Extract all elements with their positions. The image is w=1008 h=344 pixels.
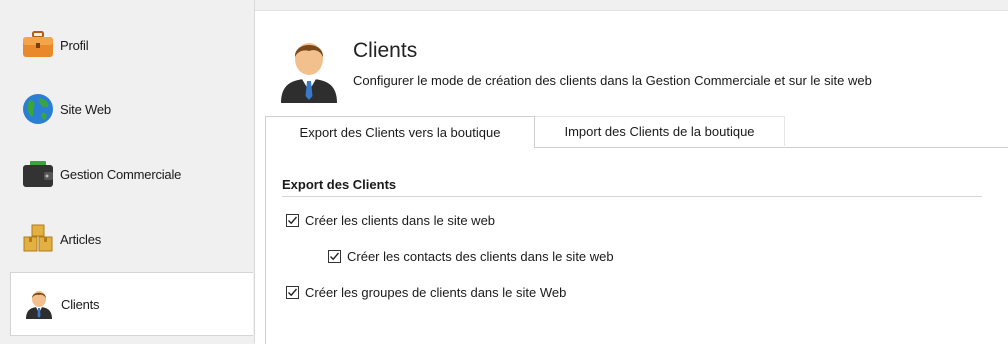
create-contacts-label: Créer les contacts des clients dans le s… [347,249,614,264]
group-divider [282,196,982,197]
page-subtitle: Configurer le mode de création des clien… [353,73,872,88]
tab-import-clients[interactable]: Import des Clients de la boutique [535,116,785,146]
sidebar-item-label: Gestion Commerciale [60,166,182,182]
sidebar-item-label: Clients [61,296,100,312]
check-icon [288,216,298,225]
option-create-clients[interactable]: Créer les clients dans le site web [286,213,495,228]
boxes-icon [20,221,56,257]
create-contacts-checkbox[interactable] [328,250,341,263]
sidebar-item-profil[interactable]: Profil [10,14,252,76]
tab-export-clients[interactable]: Export des Clients vers la boutique [265,116,535,148]
page-title: Clients [353,39,418,62]
sidebar-item-label: Profil [60,37,89,53]
create-groups-label: Créer les groupes de clients dans le sit… [305,285,567,300]
sidebar: Profil Site Web Gestion Commerciale Arti… [0,0,254,343]
main-panel: Clients Configurer le mode de création d… [255,10,1008,344]
sidebar-item-clients[interactable]: Clients [10,272,253,336]
clients-header-icon [277,33,341,105]
sidebar-item-gestion-commerciale[interactable]: Gestion Commerciale [10,143,252,205]
wallet-icon [20,156,56,192]
option-create-groups[interactable]: Créer les groupes de clients dans le sit… [286,285,566,300]
create-clients-checkbox[interactable] [286,214,299,227]
tab-body-border [265,148,266,344]
sidebar-item-label: Articles [60,231,102,247]
briefcase-icon [20,27,56,63]
sidebar-item-articles[interactable]: Articles [10,208,252,270]
globe-icon [20,91,56,127]
create-clients-label: Créer les clients dans le site web [305,213,496,228]
check-icon [288,288,298,297]
check-icon [330,252,340,261]
group-title: Export des Clients [282,177,397,192]
sidebar-item-site-web[interactable]: Site Web [10,78,252,140]
tab-strip-border [535,147,1008,148]
create-groups-checkbox[interactable] [286,286,299,299]
option-create-contacts[interactable]: Créer les contacts des clients dans le s… [328,249,614,264]
user-icon [21,286,57,322]
sidebar-item-label: Site Web [60,101,111,117]
